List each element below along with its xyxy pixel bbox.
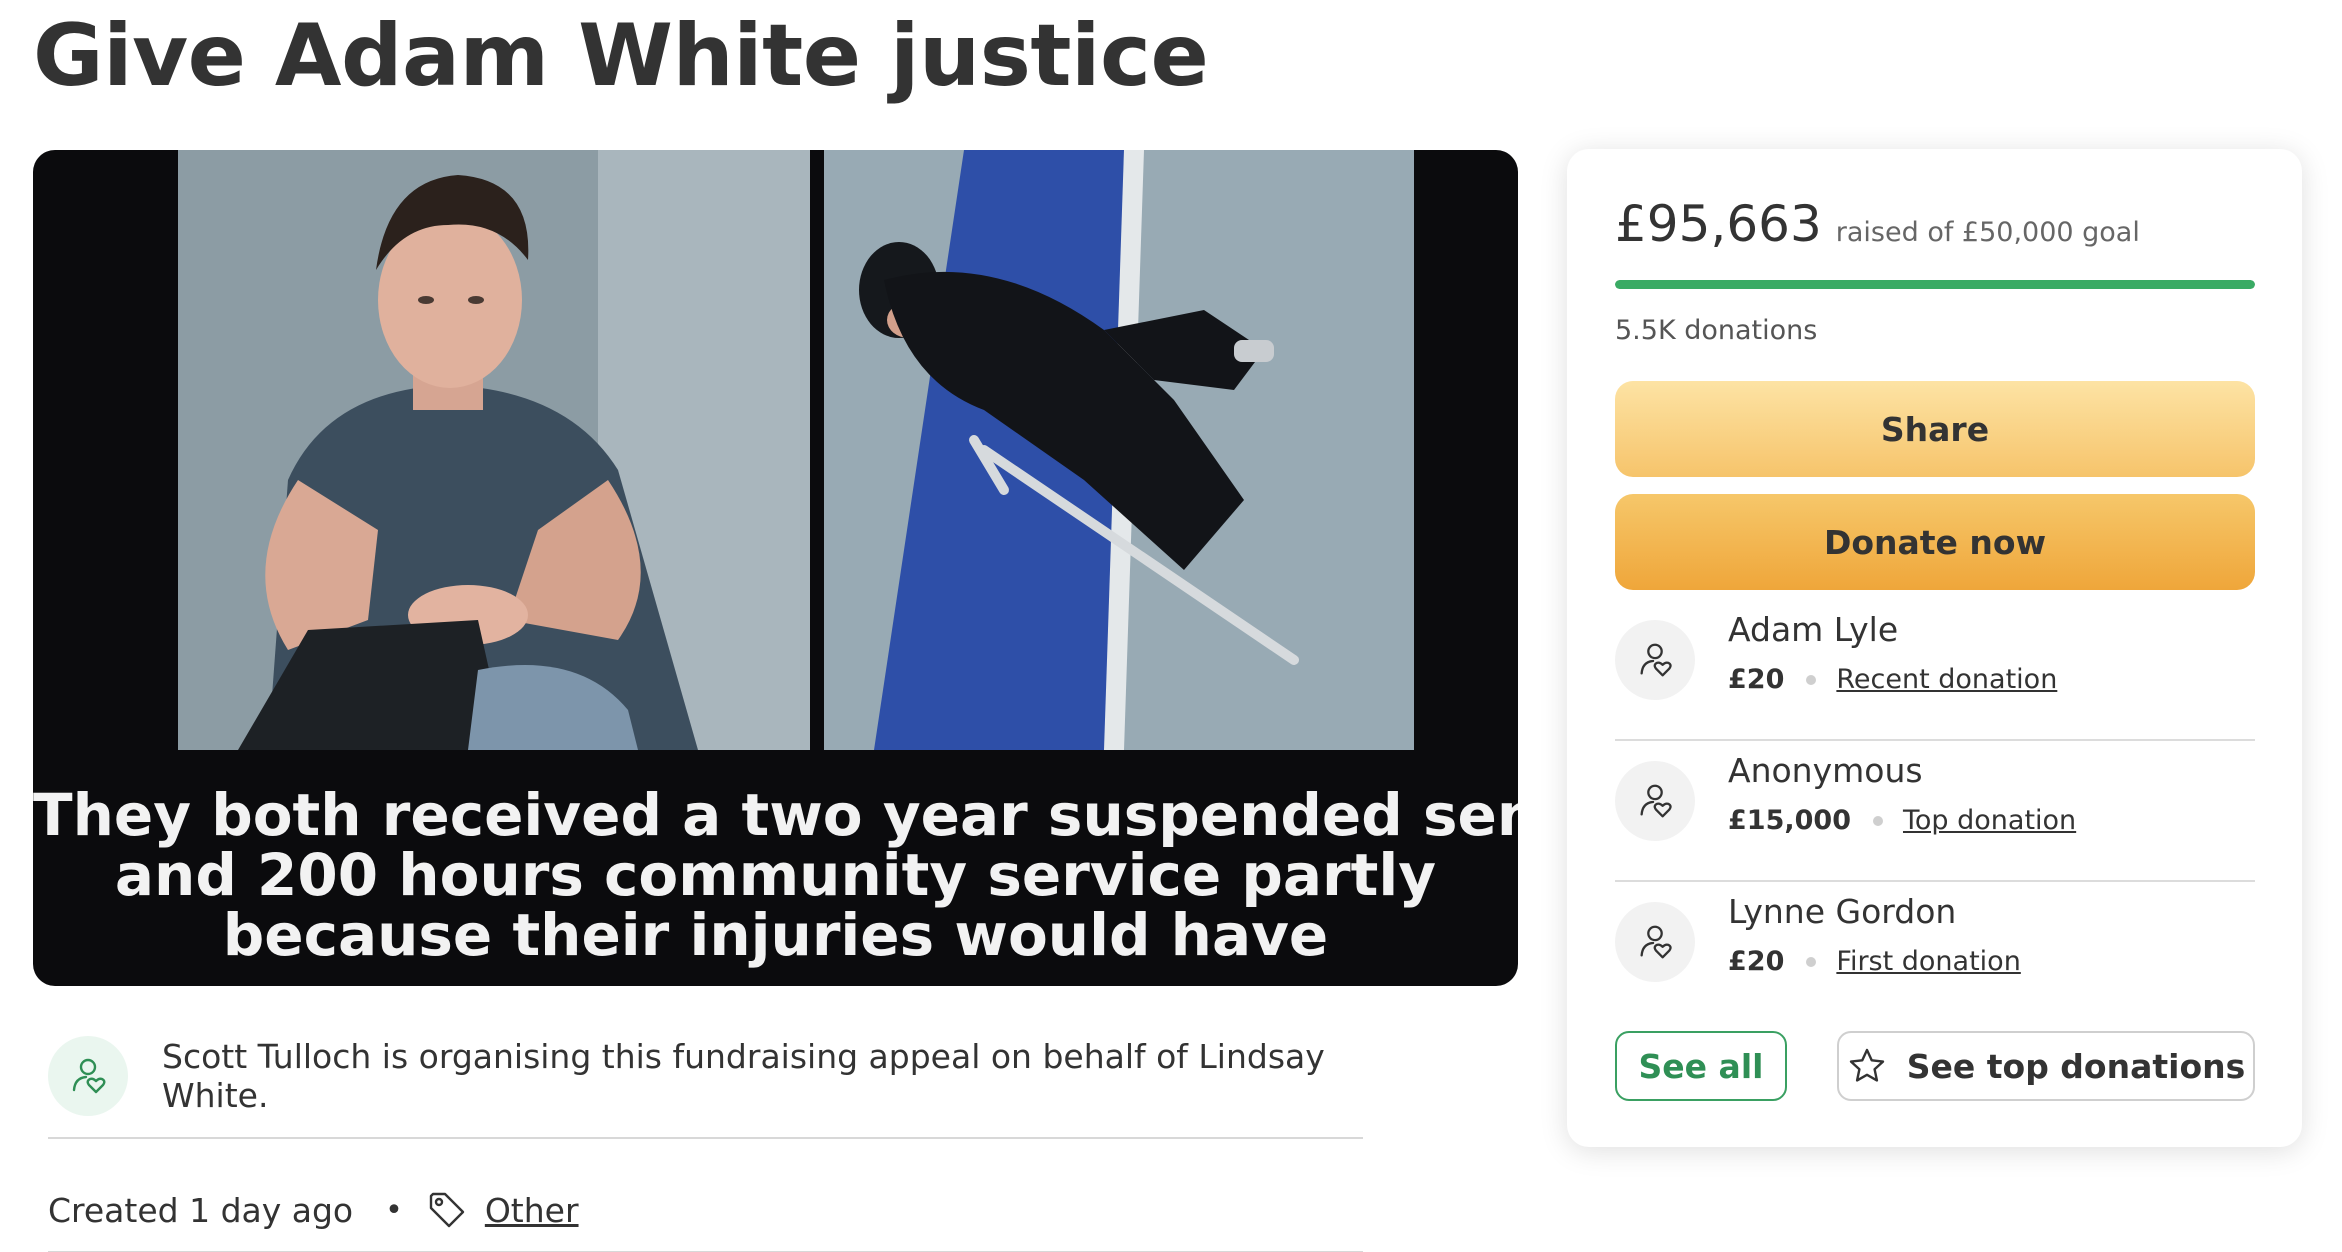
progress-fill [1615, 280, 2255, 289]
donor-details: £20 Recent donation [1728, 664, 2057, 695]
progress-bar [1615, 280, 2255, 289]
photo-panel-left [178, 150, 810, 750]
donate-now-button[interactable]: Donate now [1615, 494, 2255, 590]
caption-line: because their injuries would have [222, 901, 1329, 969]
raised-summary: £95,663 raised of £50,000 goal [1615, 195, 2140, 253]
separator-dot [1872, 815, 1883, 826]
user-heart-icon [1615, 620, 1695, 700]
divider [48, 1137, 1363, 1139]
donor-amount: £15,000 [1728, 805, 1851, 836]
tag-icon [427, 1190, 467, 1230]
organizer-text: Scott Tulloch is organising this fundrai… [162, 1037, 1325, 1115]
caption-line: They both received a two year suspended … [33, 781, 1518, 849]
category-link[interactable]: Other [485, 1191, 579, 1230]
separator-dot: • [385, 1192, 403, 1228]
campaign-image[interactable]: They both received a two year suspended … [33, 150, 1518, 986]
donor-amount: £20 [1728, 946, 1785, 977]
star-icon [1849, 1048, 1884, 1082]
photo-panel-right [824, 150, 1414, 750]
donor-amount: £20 [1728, 664, 1785, 695]
donor-details: £20 First donation [1728, 946, 2021, 977]
created-date: Created 1 day ago [48, 1190, 354, 1230]
divider [1615, 880, 2255, 882]
donor-name: Anonymous [1728, 751, 1923, 790]
user-heart-icon [1615, 761, 1695, 841]
donation-card: £95,663 raised of £50,000 goal 5.5K dona… [1567, 149, 2302, 1147]
see-all-button[interactable]: See all [1615, 1031, 1787, 1101]
page-title: Give Adam White justice [33, 6, 1209, 106]
raised-amount: £95,663 [1615, 195, 1822, 253]
see-top-donations-label: See top donations [1906, 1046, 2246, 1086]
donor-details: £15,000 Top donation [1728, 805, 2076, 836]
caption-line: and 200 hours community service partly [114, 841, 1437, 909]
user-heart-icon [1615, 902, 1695, 982]
donation-type-link[interactable]: First donation [1836, 946, 2020, 977]
donation-type-link[interactable]: Recent donation [1836, 664, 2057, 695]
separator-dot [1806, 674, 1817, 685]
donation-type-link[interactable]: Top donation [1903, 805, 2076, 836]
donor-name: Lynne Gordon [1728, 892, 1957, 931]
donor-item: Lynne Gordon £20 First donation [1615, 888, 2255, 1008]
donor-name: Adam Lyle [1728, 610, 1899, 649]
goal-text: raised of £50,000 goal [1835, 217, 2140, 248]
donor-item: Adam Lyle £20 Recent donation [1615, 606, 2255, 726]
share-button[interactable]: Share [1615, 381, 2255, 477]
campaign-meta: Created 1 day ago • Other [48, 1180, 579, 1240]
organizer-row: Scott Tulloch is organising this fundrai… [48, 1036, 1363, 1116]
see-top-donations-button[interactable]: See top donations [1837, 1031, 2255, 1101]
user-heart-icon [48, 1036, 128, 1116]
divider [1615, 739, 2255, 741]
donations-count: 5.5K donations [1615, 315, 1818, 346]
donor-item: Anonymous £15,000 Top donation [1615, 747, 2255, 867]
separator-dot [1806, 956, 1817, 967]
image-caption: They both received a two year suspended … [33, 785, 1518, 965]
